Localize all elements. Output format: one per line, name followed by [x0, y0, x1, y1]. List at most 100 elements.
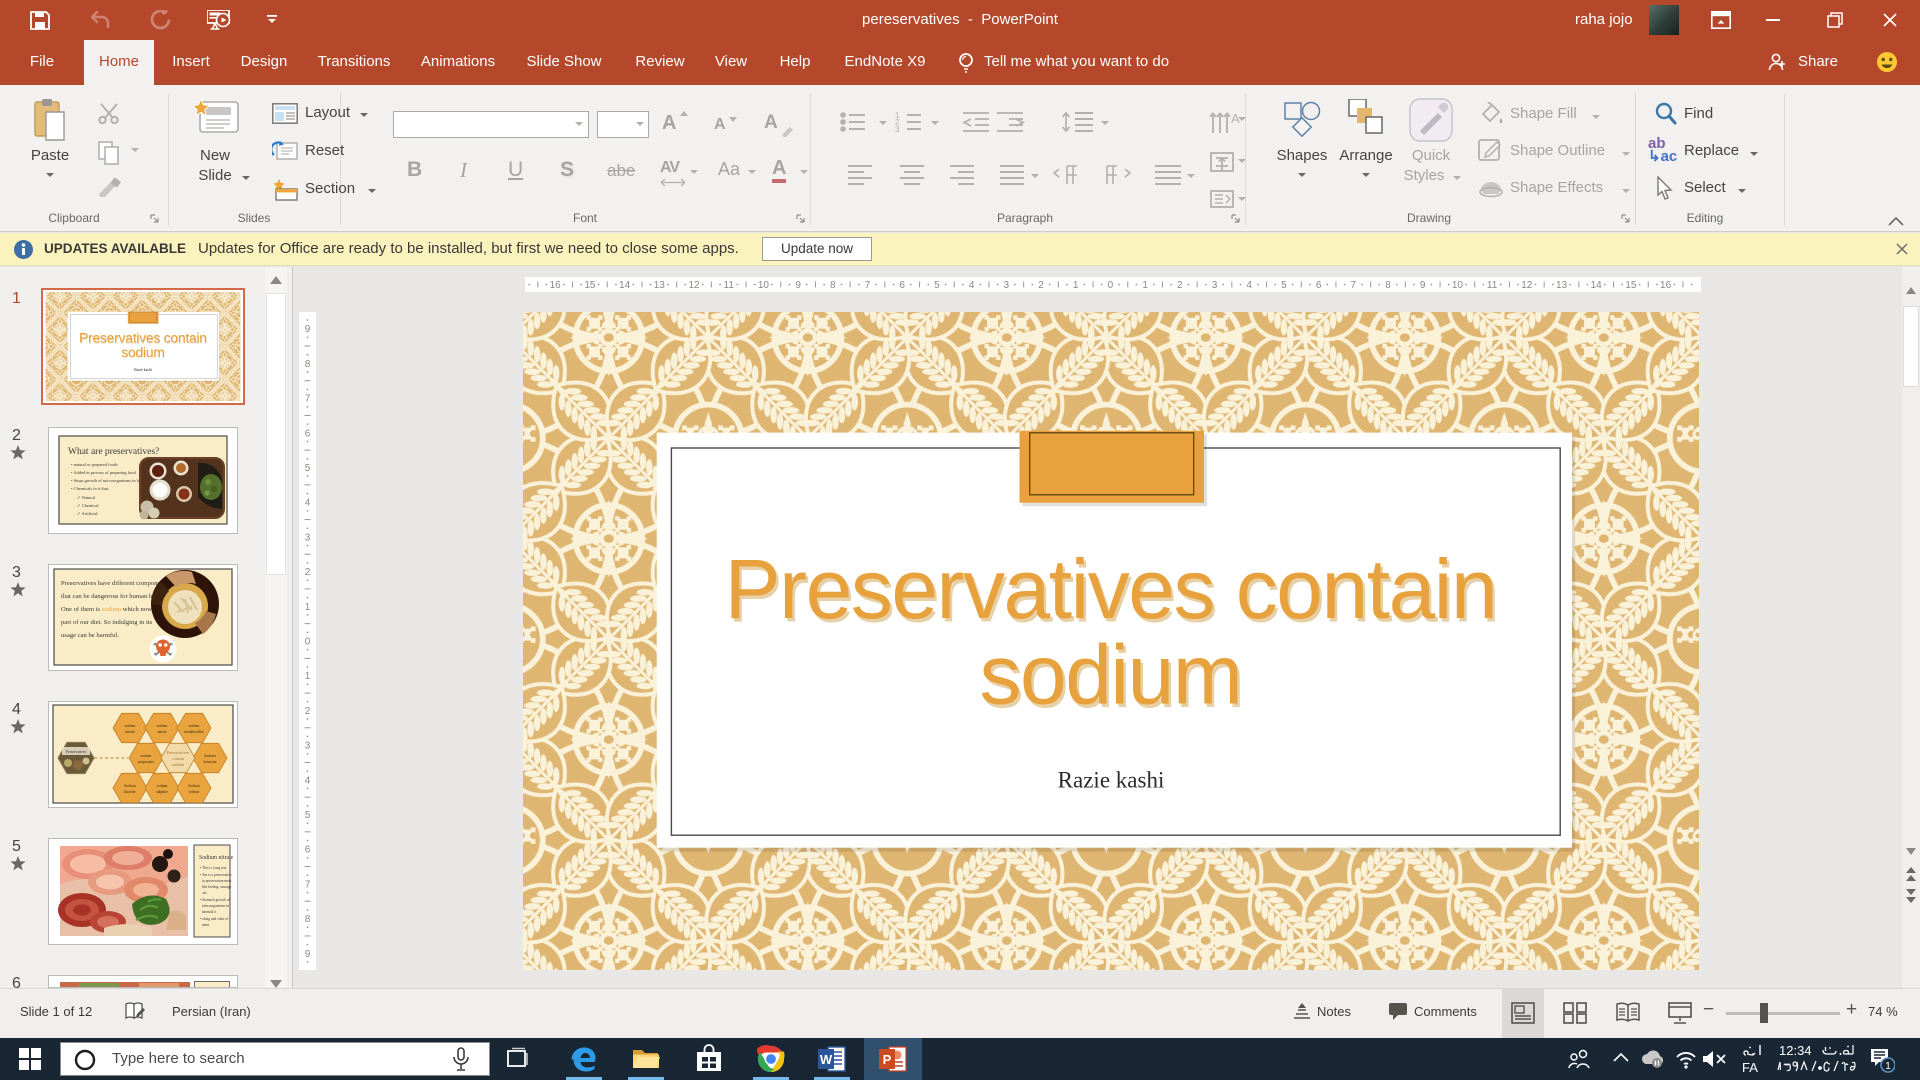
- svg-text:3: 3: [895, 125, 900, 134]
- svg-text:What are preservatives?: What are preservatives?: [68, 447, 159, 457]
- svg-text:15: 15: [584, 280, 596, 291]
- svg-text:8: 8: [1385, 280, 1391, 291]
- svg-text:Sodium: Sodium: [204, 754, 216, 758]
- svg-text:9: 9: [795, 280, 801, 291]
- svg-text:3: 3: [305, 532, 311, 543]
- svg-text:3: 3: [1212, 280, 1218, 291]
- svg-text:1: 1: [1142, 280, 1148, 291]
- svg-text:10: 10: [758, 280, 770, 291]
- svg-text:1: 1: [1885, 1061, 1891, 1072]
- svg-text:7: 7: [1351, 280, 1357, 291]
- svg-text:sodium: sodium: [172, 762, 185, 767]
- svg-text:11: 11: [724, 280, 735, 291]
- svg-text:2: 2: [1177, 280, 1183, 291]
- svg-text:4: 4: [969, 280, 975, 291]
- svg-text:sorbate: sorbate: [189, 790, 200, 794]
- svg-text:Preservatives contain: Preservatives contain: [725, 542, 1497, 636]
- svg-text:16: 16: [550, 280, 562, 291]
- svg-text:sodium: sodium: [189, 724, 200, 728]
- svg-text:3: 3: [1004, 280, 1010, 291]
- svg-text:7: 7: [865, 280, 871, 291]
- svg-text:9: 9: [305, 949, 311, 960]
- svg-text:10: 10: [1452, 280, 1464, 291]
- svg-text:• Am is a preservative: • Am is a preservative: [200, 873, 232, 877]
- svg-text:5: 5: [1281, 280, 1287, 291]
- svg-text:propionate: propionate: [138, 760, 154, 764]
- svg-text:8: 8: [830, 280, 836, 291]
- svg-text:6: 6: [305, 428, 311, 439]
- svg-text:• Added in process of prepari: • Added in process of preparing food: [71, 470, 137, 475]
- svg-text:sulphite: sulphite: [156, 790, 168, 794]
- svg-text:• Stomach growth of: • Stomach growth of: [200, 898, 231, 902]
- svg-text:3: 3: [305, 741, 311, 752]
- svg-text:11: 11: [1487, 280, 1498, 291]
- svg-text:Preservatives: Preservatives: [66, 750, 87, 754]
- svg-text:7: 7: [305, 879, 311, 890]
- svg-text:13: 13: [1556, 280, 1568, 291]
- svg-text:2: 2: [305, 706, 311, 717]
- svg-text:Sodium: Sodium: [188, 784, 200, 788]
- svg-text:14: 14: [619, 280, 631, 291]
- svg-text:16: 16: [1660, 280, 1672, 291]
- svg-text:6: 6: [1316, 280, 1322, 291]
- svg-text:sodium: sodium: [157, 784, 168, 788]
- svg-text:harmful it: harmful it: [202, 910, 216, 914]
- svg-text:15: 15: [1625, 280, 1637, 291]
- svg-text:meat: meat: [202, 923, 209, 927]
- svg-text:microorganisms in: microorganisms in: [202, 904, 229, 908]
- svg-text:Sodium nitrate: Sodium nitrate: [199, 855, 234, 861]
- svg-text:7: 7: [305, 394, 311, 405]
- svg-text:1: 1: [1073, 280, 1079, 291]
- svg-text:5: 5: [305, 463, 311, 474]
- svg-text:sodium: sodium: [125, 724, 136, 728]
- svg-text:5: 5: [934, 280, 940, 291]
- svg-text:P: P: [883, 1052, 892, 1067]
- svg-text:✓ Chemical: ✓ Chemical: [77, 503, 99, 508]
- svg-text:Sodium: Sodium: [124, 784, 136, 788]
- svg-text:12: 12: [688, 280, 700, 291]
- svg-text:0: 0: [305, 637, 311, 648]
- svg-text:0: 0: [1108, 280, 1114, 291]
- svg-text:12: 12: [1521, 280, 1533, 291]
- svg-text:usage can be harmful.: usage can be harmful.: [61, 632, 119, 639]
- svg-text:part of our diet. So indu: part of our diet. So indulging in its: [61, 619, 153, 626]
- svg-text:Preservatives have different c: Preservatives have different components: [61, 580, 168, 587]
- svg-text:• Stops growth of microorgani: • Stops growth of microorganisms in food: [71, 478, 145, 483]
- svg-text:nitrite: nitrite: [158, 730, 167, 734]
- svg-text:8: 8: [305, 914, 311, 925]
- svg-text:2: 2: [1038, 280, 1044, 291]
- svg-text:One of them is sodium which no: One of them is sodium which now is a: [61, 606, 163, 613]
- svg-text:contain: contain: [172, 756, 185, 761]
- svg-text:9: 9: [1420, 280, 1426, 291]
- svg-text:sodium: sodium: [141, 754, 152, 758]
- svg-text:benzoate: benzoate: [203, 760, 216, 764]
- svg-text:4: 4: [305, 775, 311, 786]
- svg-text:• natural or prepared foods: • natural or prepared foods: [71, 462, 118, 467]
- svg-text:• along and color of: • along and color of: [200, 917, 229, 921]
- svg-text:6: 6: [305, 845, 311, 856]
- svg-text:4: 4: [1246, 280, 1252, 291]
- svg-text:8: 8: [305, 359, 311, 370]
- svg-text:W: W: [820, 1052, 833, 1067]
- svg-text:14: 14: [1591, 280, 1603, 291]
- svg-text:fluoride: fluoride: [124, 790, 136, 794]
- svg-text:metabisulfite: metabisulfite: [184, 730, 204, 734]
- svg-text:4: 4: [305, 498, 311, 509]
- svg-text:✓ Artificial: ✓ Artificial: [77, 511, 98, 516]
- svg-text:5: 5: [305, 810, 311, 821]
- svg-text:2: 2: [305, 567, 311, 578]
- svg-text:13: 13: [654, 280, 666, 291]
- svg-text:✓ Natural: ✓ Natural: [77, 495, 96, 500]
- svg-text:sodium: sodium: [980, 628, 1242, 722]
- svg-text:1: 1: [305, 671, 311, 682]
- svg-text:nitrate: nitrate: [125, 730, 135, 734]
- svg-text:Razie kashi: Razie kashi: [1058, 768, 1165, 793]
- svg-text:6: 6: [899, 280, 905, 291]
- svg-text:in preservation meat: in preservation meat: [202, 879, 231, 883]
- svg-text:that can be dangerous for huma: that can be dangerous for human health.: [61, 593, 167, 600]
- svg-text:Preservatives: Preservatives: [167, 750, 190, 755]
- svg-text:• This is Long text: • This is Long text: [200, 866, 227, 870]
- svg-text:1: 1: [305, 602, 311, 613]
- svg-text:sodium: sodium: [157, 724, 168, 728]
- svg-text:A: A: [1231, 111, 1240, 126]
